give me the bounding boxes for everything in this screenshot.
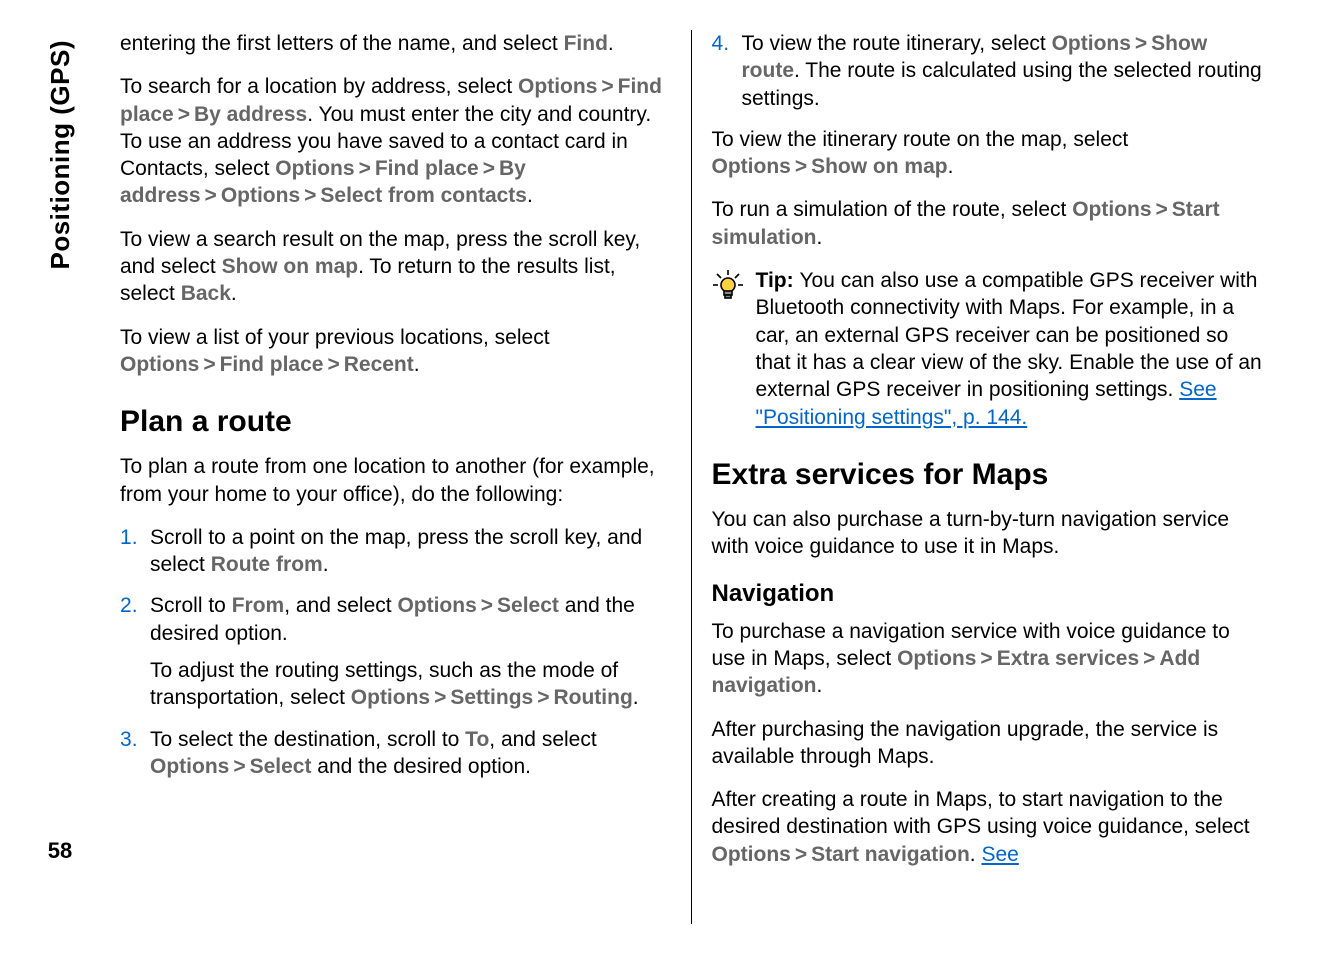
chevron-icon: > bbox=[479, 157, 499, 180]
chevron-icon: > bbox=[355, 157, 375, 180]
paragraph-search-address: To search for a location by address, sel… bbox=[120, 73, 671, 209]
ui-extra-services: Extra services bbox=[997, 647, 1139, 670]
chevron-icon: > bbox=[229, 755, 249, 778]
lightbulb-icon bbox=[712, 269, 744, 301]
chevron-icon: > bbox=[300, 184, 320, 207]
chevron-icon: > bbox=[976, 647, 996, 670]
tip-block: Tip: You can also use a compatible GPS r… bbox=[712, 267, 1263, 431]
ui-select: Select bbox=[250, 755, 312, 778]
ui-show-on-map: Show on map bbox=[222, 255, 359, 278]
paragraph-previous-locations: To view a list of your previous location… bbox=[120, 324, 671, 379]
chevron-icon: > bbox=[791, 155, 811, 178]
ui-find-place: Find place bbox=[220, 353, 324, 376]
content-area: entering the first letters of the name, … bbox=[100, 30, 1282, 924]
chevron-icon: > bbox=[791, 843, 811, 866]
ui-options: Options bbox=[712, 843, 791, 866]
chevron-icon: > bbox=[174, 103, 194, 126]
tip-content: Tip: You can also use a compatible GPS r… bbox=[756, 267, 1263, 431]
ui-recent: Recent bbox=[344, 353, 414, 376]
ui-find-place: Find place bbox=[375, 157, 479, 180]
paragraph-plan-intro: To plan a route from one location to ano… bbox=[120, 453, 671, 508]
tip-label: Tip: bbox=[756, 269, 800, 292]
chevron-icon: > bbox=[1139, 647, 1159, 670]
paragraph-view-itinerary: To view the itinerary route on the map, … bbox=[712, 126, 1263, 181]
ui-options: Options bbox=[1072, 198, 1151, 221]
chevron-icon: > bbox=[597, 75, 617, 98]
ui-select-from-contacts: Select from contacts bbox=[320, 184, 527, 207]
ui-by-address: By address bbox=[194, 103, 307, 126]
document-page: Positioning (GPS) 58 entering the first … bbox=[0, 0, 1322, 954]
ui-options: Options bbox=[897, 647, 976, 670]
ui-route-from: Route from bbox=[211, 553, 323, 576]
paragraph-extra-intro: You can also purchase a turn-by-turn nav… bbox=[712, 506, 1263, 561]
ui-to: To bbox=[465, 728, 489, 751]
heading-plan-route: Plan a route bbox=[120, 402, 671, 441]
chevron-icon: > bbox=[477, 594, 497, 617]
ui-select: Select bbox=[497, 594, 559, 617]
left-column: entering the first letters of the name, … bbox=[100, 30, 692, 924]
page-number: 58 bbox=[48, 838, 72, 864]
step-1: Scroll to a point on the map, press the … bbox=[120, 524, 671, 579]
chevron-icon: > bbox=[430, 686, 450, 709]
ui-options: Options bbox=[221, 184, 300, 207]
section-label: Positioning (GPS) bbox=[45, 40, 76, 270]
ui-routing: Routing bbox=[553, 686, 632, 709]
ui-options: Options bbox=[712, 155, 791, 178]
step-3: To select the destination, scroll to To,… bbox=[120, 726, 671, 781]
plan-route-steps: Scroll to a point on the map, press the … bbox=[120, 524, 671, 780]
chevron-icon: > bbox=[199, 353, 219, 376]
chevron-icon: > bbox=[1152, 198, 1172, 221]
ui-settings: Settings bbox=[450, 686, 533, 709]
link-see[interactable]: See bbox=[981, 843, 1018, 866]
step-4: To view the route itinerary, select Opti… bbox=[712, 30, 1263, 112]
right-column: To view the route itinerary, select Opti… bbox=[692, 30, 1283, 924]
paragraph-find: entering the first letters of the name, … bbox=[120, 30, 671, 57]
ui-options: Options bbox=[275, 157, 354, 180]
ui-back: Back bbox=[181, 282, 231, 305]
paragraph-view-result: To view a search result on the map, pres… bbox=[120, 226, 671, 308]
ui-options: Options bbox=[351, 686, 430, 709]
ui-options: Options bbox=[518, 75, 597, 98]
ui-find: Find bbox=[564, 32, 608, 55]
paragraph-start-navigation: After creating a route in Maps, to start… bbox=[712, 786, 1263, 868]
paragraph-after-purchase: After purchasing the navigation upgrade,… bbox=[712, 716, 1263, 771]
ui-show-on-map: Show on map bbox=[811, 155, 948, 178]
ui-from: From bbox=[232, 594, 285, 617]
ui-options: Options bbox=[1052, 32, 1131, 55]
ui-options: Options bbox=[397, 594, 476, 617]
heading-extra-services: Extra services for Maps bbox=[712, 455, 1263, 494]
paragraph-purchase-nav: To purchase a navigation service with vo… bbox=[712, 618, 1263, 700]
chevron-icon: > bbox=[323, 353, 343, 376]
chevron-icon: > bbox=[533, 686, 553, 709]
chevron-icon: > bbox=[1131, 32, 1151, 55]
ui-options: Options bbox=[120, 353, 199, 376]
sidebar: Positioning (GPS) 58 bbox=[20, 30, 100, 924]
paragraph-simulation: To run a simulation of the route, select… bbox=[712, 196, 1263, 251]
ui-options: Options bbox=[150, 755, 229, 778]
chevron-icon: > bbox=[201, 184, 221, 207]
ui-start-navigation: Start navigation bbox=[811, 843, 970, 866]
heading-navigation: Navigation bbox=[712, 578, 1263, 609]
plan-route-steps-continued: To view the route itinerary, select Opti… bbox=[712, 30, 1263, 112]
step-2: Scroll to From, and select Options>Selec… bbox=[120, 592, 671, 711]
